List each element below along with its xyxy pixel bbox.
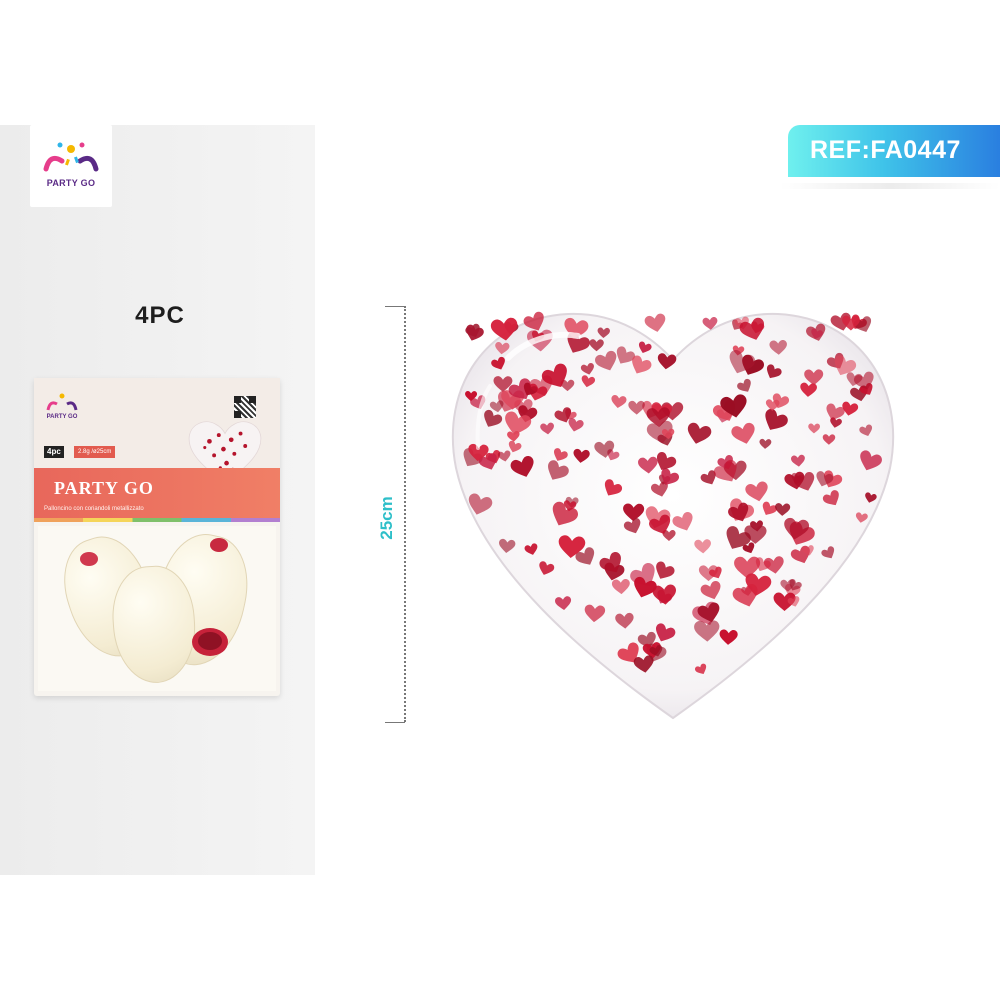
package-title: PARTY GO [54,478,154,498]
dimension-label: 25cm [377,496,396,540]
heart-balloon-image [451,310,895,720]
dimension-line [404,306,406,722]
package-brand: PARTY GO [46,414,78,420]
package-color-stripe [34,518,280,522]
brand-logo: PARTY GO [30,125,112,207]
dimension-cap-top [385,306,405,307]
qr-code-icon [234,396,256,418]
product-package-photo: PARTY GO 4pc 2.8g /ø25cm PARTY GO Pallon… [34,378,280,696]
reference-tag: REF:FA0447 [788,125,1000,177]
reference-tag-shadow [780,183,1000,189]
package-logo: PARTY GO [42,390,82,424]
confetti-burst-icon [43,142,99,172]
pack-count-label: 4PC [135,302,185,329]
heart-confetti-icon [80,552,98,566]
confetti-heart [643,312,668,334]
heart-confetti-icon [210,538,228,552]
package-window [38,526,276,691]
heart-confetti-icon [192,628,228,656]
confetti-burst-icon [46,393,78,411]
package-description: Palloncino con coriandoli metallizzato [44,506,144,512]
package-spec: 2.8g /ø25cm [74,446,116,458]
brand-name: PARTY GO [46,178,96,188]
reference-code: REF:FA0447 [810,136,961,164]
package-header: PARTY GO 4pc 2.8g /ø25cm [34,378,280,485]
dimension-cap-bottom [385,722,405,723]
package-quantity: 4pc [44,446,64,458]
